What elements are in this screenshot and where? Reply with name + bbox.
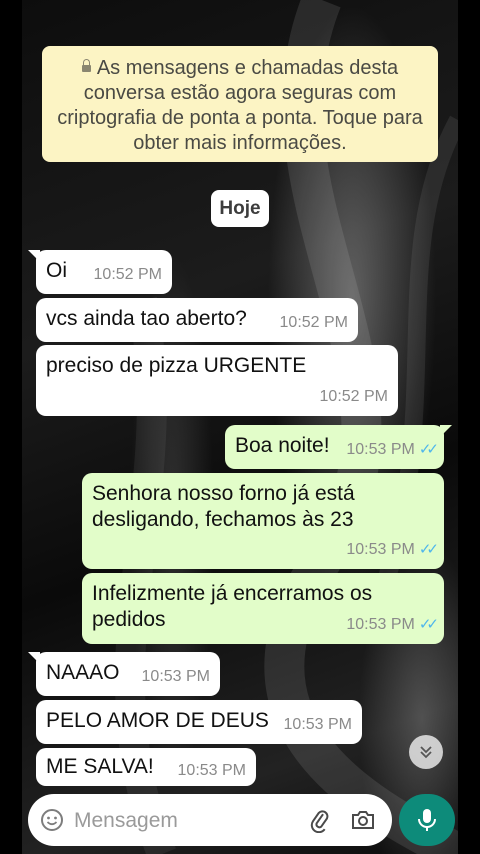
message-incoming[interactable]: NAAAO 10:53 PM (28, 652, 220, 696)
date-chip: Hoje (211, 190, 269, 227)
message-outgoing[interactable]: Infelizmente já encerramos os pedidos 10… (82, 573, 444, 644)
message-time: 10:52 PM (319, 388, 388, 405)
camera-icon[interactable] (350, 808, 376, 832)
message-outgoing[interactable]: Senhora nosso forno já está desligando, … (82, 473, 444, 569)
message-incoming[interactable]: preciso de pizza URGENTE 10:52 PM (36, 345, 398, 416)
right-letterbox (458, 0, 480, 854)
message-time: 10:52 PM (93, 266, 162, 283)
message-text: Senhora nosso forno já está desligando, … (92, 482, 361, 531)
message-outgoing[interactable]: Boa noite! 10:53 PM ✓✓ (225, 425, 452, 469)
message-text: preciso de pizza URGENTE (46, 354, 307, 377)
message-time: 10:53 PM (346, 541, 415, 558)
scroll-to-bottom-button[interactable] (409, 735, 443, 769)
encryption-notice-text: As mensagens e chamadas desta conversa e… (57, 57, 423, 154)
left-letterbox (0, 0, 22, 854)
message-time: 10:53 PM (283, 716, 352, 733)
message-composer (28, 794, 392, 846)
double-check-icon: ✓✓ (418, 541, 439, 558)
emoji-icon[interactable] (40, 808, 64, 832)
message-incoming[interactable]: ME SALVA! 10:53 PM (36, 748, 256, 786)
lock-icon (81, 59, 91, 72)
double-check-icon: ✓✓ (418, 441, 439, 458)
chat-screen: As mensagens e chamadas desta conversa e… (22, 0, 458, 854)
microphone-icon (418, 809, 436, 831)
message-input[interactable] (72, 804, 286, 838)
encryption-notice[interactable]: As mensagens e chamadas desta conversa e… (42, 46, 438, 162)
message-incoming[interactable]: PELO AMOR DE DEUS 10:53 PM (36, 700, 362, 744)
message-time: 10:53 PM (141, 668, 210, 685)
message-time: 10:53 PM (177, 762, 246, 779)
message-time: 10:53 PM (346, 441, 415, 458)
voice-message-button[interactable] (399, 794, 455, 846)
message-incoming[interactable]: vcs ainda tao aberto? 10:52 PM (36, 298, 358, 342)
paperclip-icon[interactable] (306, 807, 332, 833)
message-time: 10:53 PM (346, 616, 415, 633)
double-chevron-down-icon (420, 746, 432, 759)
message-incoming[interactable]: Oi 10:52 PM (28, 250, 172, 294)
message-time: 10:52 PM (279, 314, 348, 331)
double-check-icon: ✓✓ (418, 616, 439, 633)
